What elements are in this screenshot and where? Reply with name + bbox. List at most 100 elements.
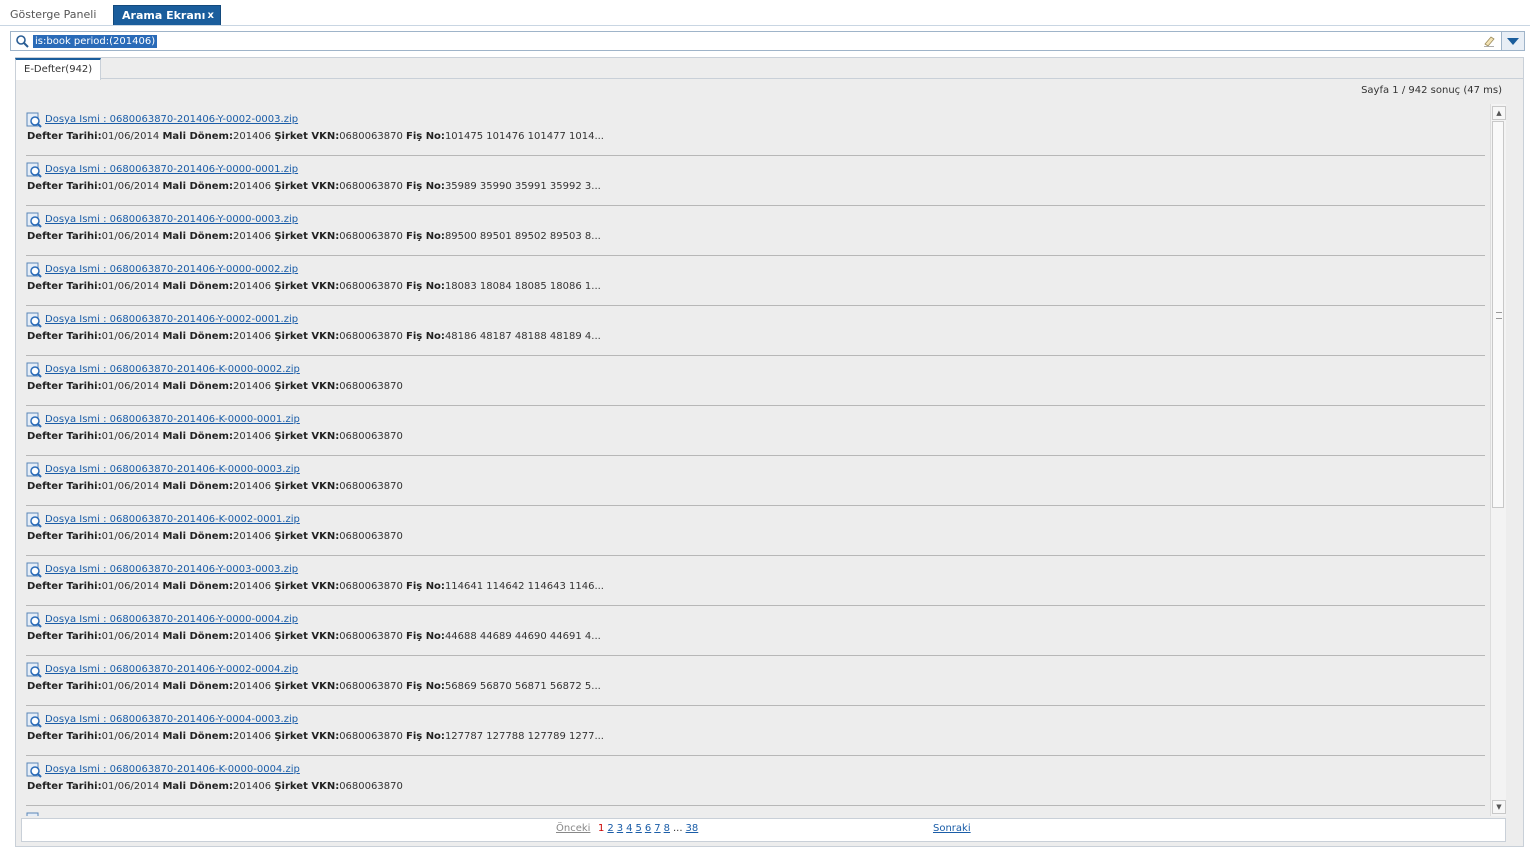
vertical-scrollbar[interactable]: ▲ ▼ — [1490, 104, 1506, 816]
file-search-icon[interactable] — [26, 462, 42, 478]
page-link[interactable]: 8 — [664, 823, 670, 834]
file-search-icon[interactable] — [26, 812, 42, 816]
defter-tarihi-value: 01/06/2014 — [101, 231, 160, 242]
fis-no-value: 48186 48187 48188 48189 4... — [444, 331, 601, 342]
search-input[interactable]: is:book period:(201406) — [33, 35, 158, 48]
page-link[interactable]: 6 — [645, 823, 651, 834]
result-item: Dosya Ismi : 0680063870-201406-Y-0002-00… — [26, 656, 1485, 706]
page-link[interactable]: 2 — [607, 823, 613, 834]
file-link[interactable]: Dosya Ismi : 0680063870-201406-Y-0000-00… — [45, 614, 298, 625]
mali-donem-label: Mali Dönem: — [162, 281, 233, 292]
file-link[interactable]: Dosya Ismi : 0680063870-201406-Y-0000-00… — [45, 264, 298, 275]
close-icon[interactable]: x — [208, 6, 214, 26]
file-link[interactable]: Dosya Ismi : 0680063870-201406-Y-0004-00… — [45, 714, 298, 725]
sirket-vkn-value: 0680063870 — [339, 131, 403, 142]
sirket-vkn-value: 0680063870 — [339, 581, 403, 592]
tab-label: Arama Ekranı — [122, 9, 206, 22]
page-link[interactable]: 3 — [617, 823, 623, 834]
sirket-vkn-label: Şirket VKN: — [274, 381, 340, 392]
result-list: Dosya Ismi : 0680063870-201406-Y-0002-00… — [26, 106, 1485, 816]
defter-tarihi-label: Defter Tarihi: — [27, 781, 102, 792]
page-current: 1 — [598, 823, 605, 834]
mali-donem-label: Mali Dönem: — [162, 681, 233, 692]
mali-donem-value: 201406 — [232, 331, 272, 342]
mali-donem-value: 201406 — [232, 131, 272, 142]
result-item: Dosya Ismi : 0680063870-201406-K-0000-00… — [26, 456, 1485, 506]
file-search-icon[interactable] — [26, 712, 42, 728]
file-search-icon[interactable] — [26, 512, 42, 528]
sirket-vkn-label: Şirket VKN: — [274, 631, 340, 642]
file-search-icon[interactable] — [26, 612, 42, 628]
sirket-vkn-value: 0680063870 — [339, 181, 403, 192]
sirket-vkn-label: Şirket VKN: — [274, 131, 340, 142]
file-link[interactable]: Dosya Ismi : 0680063870-201406-K-0000-00… — [45, 414, 300, 425]
defter-tarihi-label: Defter Tarihi: — [27, 381, 102, 392]
search-dropdown-button[interactable] — [1501, 32, 1524, 50]
sirket-vkn-label: Şirket VKN: — [274, 731, 340, 742]
next-page-link[interactable]: Sonraki — [933, 823, 971, 834]
tab-arama-ekrani[interactable]: Arama Ekranı x — [113, 5, 221, 25]
defter-tarihi-value: 01/06/2014 — [101, 631, 160, 642]
file-link[interactable]: Dosya Ismi : 0680063870-201406-Y-0002-00… — [45, 114, 298, 125]
chevron-down-icon — [1507, 38, 1519, 45]
scrollbar-thumb[interactable] — [1492, 121, 1504, 508]
mali-donem-label: Mali Dönem: — [162, 631, 233, 642]
previous-page-link[interactable]: Önceki — [556, 823, 590, 834]
result-item: Dosya Ismi : 0680063870-201406-Y-0002-00… — [26, 306, 1485, 356]
result-item: Dosya Ismi : 0680063870-201406-Y-0000-00… — [26, 206, 1485, 256]
fis-no-label: Fiş No: — [406, 131, 445, 142]
file-search-icon[interactable] — [26, 662, 42, 678]
file-link[interactable]: Dosya Ismi : 0680063870-201406-Y-0003-00… — [45, 564, 298, 575]
mali-donem-value: 201406 — [232, 281, 272, 292]
scroll-up-button[interactable]: ▲ — [1492, 106, 1506, 120]
file-link[interactable]: Dosya Ismi : 0680063870-201406-K-0000-00… — [45, 764, 300, 775]
file-search-icon[interactable] — [26, 262, 42, 278]
defter-tarihi-value: 01/06/2014 — [101, 681, 160, 692]
tab-label: Gösterge Paneli — [10, 8, 97, 21]
file-link[interactable]: Dosya Ismi : 0680063870-201406-K-0000-00… — [45, 364, 300, 375]
sirket-vkn-value: 0680063870 — [339, 281, 403, 292]
page-link[interactable]: 5 — [636, 823, 642, 834]
fis-no-value: 44688 44689 44690 44691 4... — [444, 631, 601, 642]
defter-tarihi-label: Defter Tarihi: — [27, 331, 102, 342]
file-search-icon[interactable] — [26, 212, 42, 228]
file-link[interactable]: Dosya Ismi : 0680063870-201406-K-0002-00… — [45, 514, 300, 525]
sirket-vkn-value: 0680063870 — [339, 231, 403, 242]
tab-divider — [15, 78, 1524, 79]
file-search-icon[interactable] — [26, 412, 42, 428]
tab-e-defter[interactable]: E-Defter(942) — [15, 58, 102, 80]
scroll-down-button[interactable]: ▼ — [1492, 800, 1506, 814]
file-link[interactable]: Dosya Ismi : 0680063870-201406-Y-0000-00… — [45, 214, 298, 225]
result-item: Dosya Ismi : 0680063870-201406-Y-0000-00… — [26, 606, 1485, 656]
fis-no-value: 101475 101476 101477 1014... — [444, 131, 604, 142]
mali-donem-label: Mali Dönem: — [162, 581, 233, 592]
eraser-icon[interactable] — [1482, 34, 1496, 48]
mali-donem-label: Mali Dönem: — [162, 481, 233, 492]
mali-donem-value: 201406 — [232, 531, 272, 542]
file-search-icon[interactable] — [26, 162, 42, 178]
defter-tarihi-label: Defter Tarihi: — [27, 131, 102, 142]
file-search-icon[interactable] — [26, 562, 42, 578]
fis-no-label: Fiş No: — [406, 231, 445, 242]
file-link[interactable]: Dosya Ismi : 0680063870-201406-K-0000-00… — [45, 464, 300, 475]
sirket-vkn-value: 0680063870 — [339, 631, 403, 642]
search-bar[interactable]: is:book period:(201406) — [10, 31, 1525, 51]
sirket-vkn-value: 0680063870 — [339, 381, 403, 392]
mali-donem-value: 201406 — [232, 481, 272, 492]
file-link[interactable]: Dosya Ismi : 0680063870-201406-Y-0002-00… — [45, 314, 298, 325]
page-link[interactable]: 7 — [654, 823, 660, 834]
result-item: Dosya Ismi : 0680063870-201406-Y-0000-00… — [26, 256, 1485, 306]
fis-no-label: Fiş No: — [406, 581, 445, 592]
mali-donem-label: Mali Dönem: — [162, 431, 233, 442]
file-search-icon[interactable] — [26, 112, 42, 128]
page-link[interactable]: 4 — [626, 823, 632, 834]
fis-no-label: Fiş No: — [406, 281, 445, 292]
file-search-icon[interactable] — [26, 762, 42, 778]
defter-tarihi-label: Defter Tarihi: — [27, 731, 102, 742]
file-link[interactable]: Dosya Ismi : 0680063870-201406-Y-0000-00… — [45, 164, 298, 175]
file-search-icon[interactable] — [26, 362, 42, 378]
tab-gosterge-paneli[interactable]: Gösterge Paneli — [2, 5, 104, 25]
file-link[interactable]: Dosya Ismi : 0680063870-201406-Y-0002-00… — [45, 664, 298, 675]
page-link-last[interactable]: 38 — [686, 823, 699, 834]
file-search-icon[interactable] — [26, 312, 42, 328]
